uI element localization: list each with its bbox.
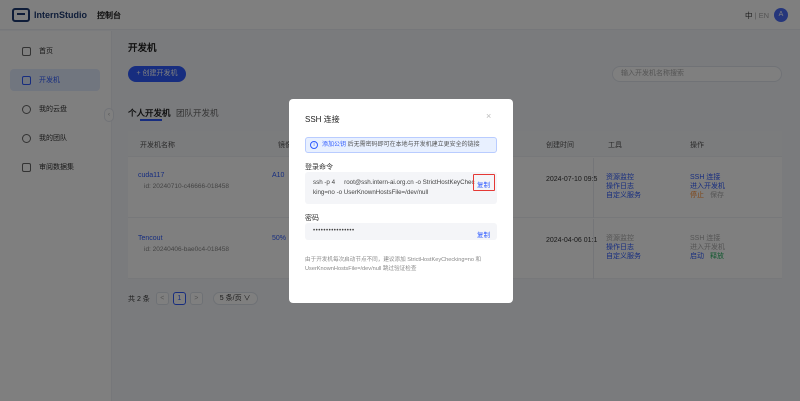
login-command-line-1: ssh -p 4 root@ssh.intern-ai.org.cn -o St…: [313, 179, 475, 186]
password-box: ••••••••••••••••: [305, 223, 497, 240]
add-public-key-link[interactable]: 添加公钥: [322, 142, 346, 148]
copy-password-button[interactable]: 复制: [477, 229, 490, 239]
password-value: ••••••••••••••••: [313, 228, 355, 234]
connection-tip: 由于开发机每次启动节点不同，建议添加 StrictHostKeyChecking…: [305, 257, 482, 272]
close-icon[interactable]: ×: [486, 111, 491, 121]
public-key-notice: i 添加公钥 后无需密码即可在本地与开发机建立更安全的链接: [305, 137, 497, 153]
dialog-title: SSH 连接: [305, 115, 340, 124]
ssh-connect-dialog: SSH 连接 × i 添加公钥 后无需密码即可在本地与开发机建立更安全的链接 登…: [289, 99, 513, 303]
login-command-line-2: king=no -o UserKnownHostsFile=/dev/null: [313, 189, 429, 196]
info-icon: i: [310, 141, 318, 149]
password-label: 密码: [305, 215, 319, 222]
notice-text: 后无需密码即可在本地与开发机建立更安全的链接: [346, 142, 480, 148]
login-command-label: 登录命令: [305, 164, 333, 171]
login-command-box: ssh -p 4 root@ssh.intern-ai.org.cn -o St…: [305, 172, 497, 204]
copy-button-highlight: [473, 174, 495, 191]
